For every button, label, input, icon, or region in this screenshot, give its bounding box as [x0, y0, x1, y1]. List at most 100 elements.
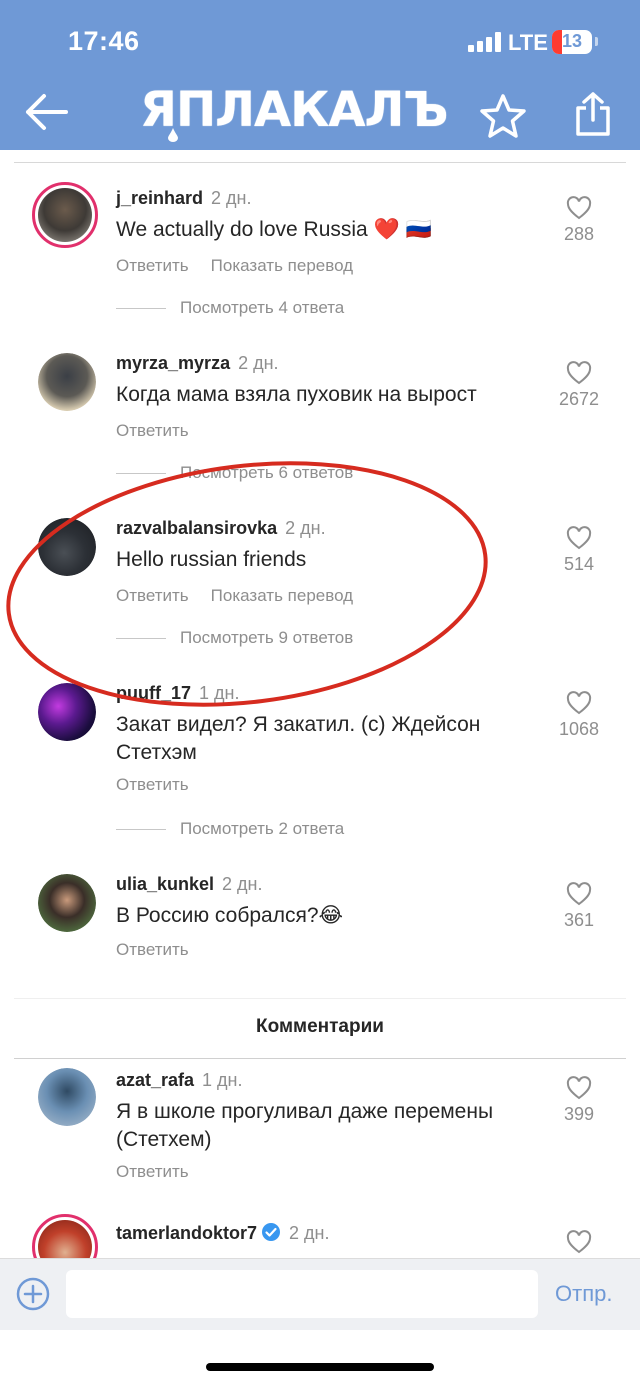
username-text[interactable]: myrza_myrza — [116, 353, 230, 373]
view-replies-button[interactable]: Посмотреть 9 ответов — [116, 628, 353, 648]
comment-time: 2 дн. — [238, 353, 279, 373]
like-button[interactable]: 361 — [546, 882, 612, 931]
comment-username[interactable]: puuff_17 1 дн. — [116, 683, 239, 704]
comment-actions: Ответить Показать перевод — [116, 256, 375, 276]
heart-icon — [566, 691, 592, 715]
logo-drop-icon — [168, 128, 178, 142]
like-button[interactable]: 288 — [546, 196, 612, 245]
translate-button[interactable]: Показать перевод — [211, 586, 353, 605]
site-logo[interactable]: ЯПЛАКАЛЪ — [140, 80, 460, 140]
comment-input-bar: Отпр. — [0, 1258, 640, 1330]
add-attachment-button[interactable] — [15, 1276, 51, 1312]
battery-tip — [595, 37, 598, 46]
like-count: 288 — [563, 224, 595, 244]
view-replies-label[interactable]: Посмотреть 6 ответов — [180, 463, 353, 482]
comment-time: 1 дн. — [202, 1070, 243, 1090]
comment-time: 2 дн. — [222, 874, 263, 894]
red-ellipse-annotation — [6, 461, 488, 707]
comment-actions: Ответить Показать перевод — [116, 586, 375, 606]
signal-icon — [468, 32, 502, 52]
translate-button[interactable]: Показать перевод — [211, 256, 353, 275]
star-icon — [480, 94, 526, 138]
comment-time: 2 дн. — [211, 188, 252, 208]
comment-username[interactable]: tamerlandoktor7 2 дн. — [116, 1222, 330, 1244]
view-replies-label[interactable]: Посмотреть 2 ответа — [180, 819, 344, 838]
heart-icon — [566, 1230, 592, 1254]
view-replies-button[interactable]: Посмотреть 6 ответов — [116, 463, 353, 483]
status-time: 17:46 — [68, 26, 140, 56]
like-button[interactable]: 2672 — [546, 361, 612, 410]
share-icon — [576, 92, 610, 136]
like-button[interactable] — [546, 1230, 612, 1254]
comment-text: We actually do love Russia ❤️ 🇷🇺 — [116, 218, 432, 241]
like-button[interactable]: 399 — [546, 1076, 612, 1125]
comment-time: 2 дн. — [285, 518, 326, 538]
like-button[interactable]: 1068 — [546, 691, 612, 740]
view-replies-button[interactable]: Посмотреть 4 ответа — [116, 298, 344, 318]
username-text[interactable]: puuff_17 — [116, 683, 191, 703]
like-count: 399 — [563, 1104, 595, 1124]
comment-actions: Ответить — [116, 1162, 211, 1182]
favorite-button[interactable] — [478, 92, 528, 140]
verified-badge-icon — [262, 1223, 281, 1241]
divider — [14, 1058, 626, 1059]
battery-level: 13 — [561, 31, 583, 51]
battery-icon: 13 — [552, 30, 592, 54]
comment-actions: Ответить — [116, 421, 211, 441]
reply-button[interactable]: Ответить — [116, 1162, 189, 1181]
comment-actions: Ответить — [116, 775, 211, 795]
comment-time: 2 дн. — [289, 1223, 330, 1243]
send-button[interactable]: Отпр. — [555, 1281, 612, 1307]
share-button[interactable] — [570, 90, 616, 140]
heart-icon — [566, 1076, 592, 1100]
divider — [14, 162, 626, 163]
avatar[interactable] — [38, 874, 96, 932]
reply-button[interactable]: Ответить — [116, 256, 189, 275]
network-type: LTE — [508, 30, 548, 55]
heart-icon — [566, 882, 592, 906]
avatar[interactable] — [38, 1068, 96, 1126]
like-count: 1068 — [558, 719, 600, 739]
divider — [14, 998, 626, 999]
like-count: 361 — [563, 910, 595, 930]
home-indicator[interactable] — [206, 1363, 434, 1371]
username-text[interactable]: tamerlandoktor7 — [116, 1223, 257, 1243]
comment-username[interactable]: myrza_myrza 2 дн. — [116, 353, 279, 374]
like-count: 2672 — [558, 389, 600, 409]
comment-username[interactable]: razvalbalansirovka 2 дн. — [116, 518, 326, 539]
view-replies-button[interactable]: Посмотреть 2 ответа — [116, 819, 344, 839]
heart-icon — [566, 361, 592, 385]
arrow-left-icon — [26, 94, 68, 130]
comment-username[interactable]: azat_rafa 1 дн. — [116, 1070, 243, 1091]
comment-username[interactable]: j_reinhard 2 дн. — [116, 188, 252, 209]
avatar[interactable] — [32, 182, 98, 248]
comment-text: Hello russian friends — [116, 548, 307, 571]
username-text[interactable]: razvalbalansirovka — [116, 518, 277, 538]
username-text[interactable]: azat_rafa — [116, 1070, 194, 1090]
reply-button[interactable]: Ответить — [116, 586, 189, 605]
like-button[interactable]: 514 — [546, 526, 612, 575]
back-button[interactable] — [22, 90, 70, 134]
comment-time: 1 дн. — [199, 683, 240, 703]
plus-circle-icon — [16, 1277, 50, 1311]
reply-button[interactable]: Ответить — [116, 940, 189, 959]
avatar[interactable] — [38, 518, 96, 576]
comments-section-title: Комментарии — [256, 1016, 384, 1037]
reply-button[interactable]: Ответить — [116, 421, 189, 440]
comment-text: Когда мама взяла пуховик на вырост — [116, 383, 477, 406]
heart-icon — [566, 526, 592, 550]
username-text[interactable]: j_reinhard — [116, 188, 203, 208]
view-replies-label[interactable]: Посмотреть 9 ответов — [180, 628, 353, 647]
comment-text: Я в школе прогуливал даже перемены (Стет… — [116, 1100, 494, 1151]
like-count: 514 — [563, 554, 595, 574]
comment-text: В Россию собрался?😂 — [116, 904, 344, 927]
comment-username[interactable]: ulia_kunkel 2 дн. — [116, 874, 263, 895]
top-bar: 17:46 LTE 13 ЯПЛАКАЛЪ — [0, 0, 640, 150]
comment-actions: Ответить — [116, 940, 211, 960]
avatar[interactable] — [38, 353, 96, 411]
comment-input[interactable] — [66, 1270, 538, 1318]
reply-button[interactable]: Ответить — [116, 775, 189, 794]
username-text[interactable]: ulia_kunkel — [116, 874, 214, 894]
avatar[interactable] — [38, 683, 96, 741]
view-replies-label[interactable]: Посмотреть 4 ответа — [180, 298, 344, 317]
